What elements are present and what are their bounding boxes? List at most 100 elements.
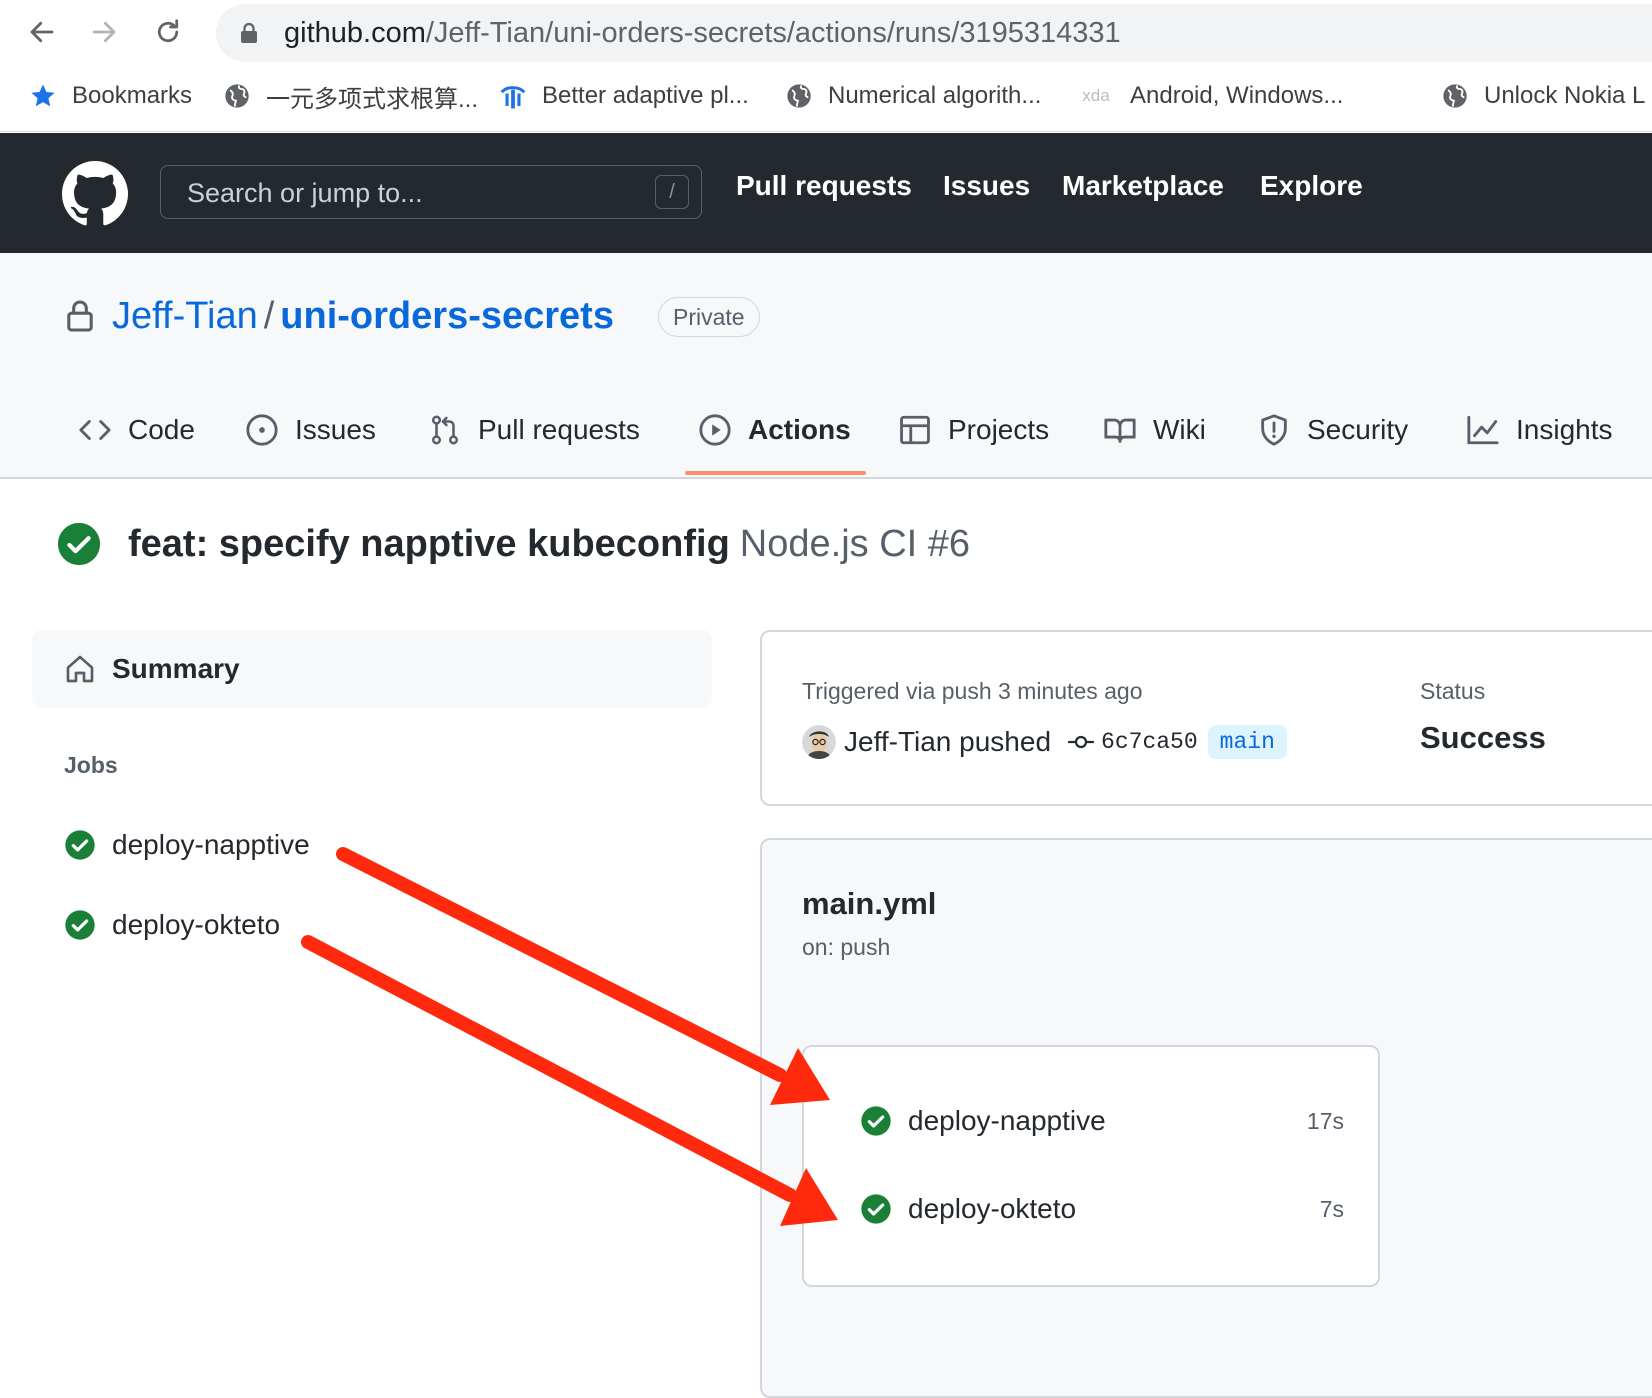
nav-issues[interactable]: Issues [943,170,1030,202]
arrow-left-icon [30,21,54,43]
selected-tab-indicator [685,471,866,475]
tab-label: Issues [295,414,376,445]
tab-label: Code [128,414,195,445]
nav-marketplace[interactable]: Marketplace [1062,170,1224,202]
bookmark-item[interactable]: Bookmarks [28,72,192,120]
book-icon [1103,413,1137,447]
bookmark-label: Bookmarks [72,82,193,109]
github-logo-icon[interactable] [62,161,128,227]
code-icon [78,413,112,447]
globe-icon [784,81,814,111]
home-icon [64,653,96,685]
run-workflow-ref: Node.js CI #6 [739,522,971,565]
repo-header: Jeff-Tian / uni-orders-secrets Private Cod… [0,253,1652,479]
sidebar-job-label: deploy-okteto [112,909,281,940]
search-box[interactable]: / [160,165,702,219]
job-duration: 17s [1306,1107,1344,1134]
sidebar-item-summary[interactable]: Summary [32,630,712,708]
tab-wiki[interactable]: Wiki [1103,408,1206,452]
annotation-arrow [301,935,838,1226]
bookmarks-bar: Bookmarks 一元多项式求根算... Better adaptive pl… [0,72,1652,120]
tab-pull-requests[interactable]: Pull requests [428,408,640,452]
pusher-link[interactable]: Jeff-Tian pushed [844,726,1051,758]
address-bar[interactable]: github.com/Jeff-Tian/uni-orders-secrets/… [216,4,1652,62]
graph-job-label: deploy-okteto [908,1193,1077,1224]
pull-request-icon [428,413,462,447]
arrow-right-icon [92,21,116,43]
site-logo-icon [498,81,528,111]
workflow-graph-panel: main.yml on: push deploy-napptive 17s de… [760,838,1652,1398]
run-commit-title: feat: specify napptive kubeconfig [128,522,730,565]
branch-badge[interactable]: main [1207,725,1287,759]
tab-issues[interactable]: Issues [245,408,376,452]
avatar[interactable] [802,725,836,759]
url-path: /Jeff-Tian/uni-orders-secrets/actions/ru… [425,17,1121,49]
commit-sha-link[interactable]: 6c7ca50 [1101,729,1198,755]
tab-label: Wiki [1153,414,1206,445]
reload-button[interactable] [150,14,186,50]
repo-owner-link[interactable]: Jeff-Tian [112,295,258,337]
status-label: Status [1420,678,1486,704]
bookmark-item[interactable]: xda Android, Windows... [1076,72,1343,120]
repo-title: Jeff-Tian / uni-orders-secrets [112,291,614,341]
tab-projects[interactable]: Projects [898,408,1049,452]
bookmark-label: Better adaptive pl... [542,82,749,109]
url-host: github.com [284,17,426,49]
divider [0,131,1652,132]
bookmark-label: Android, Windows... [1130,82,1344,109]
tab-insights[interactable]: Insights [1466,408,1613,452]
sidebar-jobs-heading: Jobs [64,752,118,778]
workflow-file-name: main.yml [802,886,937,921]
check-circle-icon [64,909,96,941]
play-icon [698,413,732,447]
search-input[interactable] [185,174,629,212]
issue-icon [245,413,279,447]
reload-icon [157,19,179,43]
browser-chrome: github.com/Jeff-Tian/uni-orders-secrets/… [0,0,1652,132]
tab-label: Security [1307,414,1409,445]
check-circle-icon [64,829,96,861]
status-value: Success [1420,720,1546,755]
lock-icon [66,299,94,333]
commit-icon [1067,732,1095,752]
graph-job-item[interactable]: deploy-okteto 7s [860,1187,1344,1231]
tab-label: Actions [748,414,851,445]
table-icon [898,413,932,447]
graph-icon [1466,413,1500,447]
graph-job-item[interactable]: deploy-napptive 17s [860,1099,1344,1143]
xda-icon: xda [1082,86,1110,105]
bookmark-item[interactable]: Unlock Nokia L [1440,72,1645,120]
back-button[interactable] [24,14,60,50]
nav-explore[interactable]: Explore [1260,170,1363,202]
bookmark-item[interactable]: Numerical algorith... [784,72,1041,120]
trigger-row: Jeff-Tian pushed 6c7ca50 main [802,722,1287,762]
sidebar-job-label: deploy-napptive [112,829,310,860]
url-text: github.com/Jeff-Tian/uni-orders-secrets/… [284,16,1121,50]
tab-actions[interactable]: Actions [698,408,851,452]
annotation-arrow [336,847,830,1105]
job-duration: 7s [1319,1195,1344,1222]
nav-pull-requests[interactable]: Pull requests [736,170,912,202]
github-header: / Pull requests Issues Marketplace Explo… [0,133,1652,253]
jobs-card: deploy-napptive 17s deploy-okteto 7s [802,1045,1380,1287]
globe-icon [1440,81,1470,111]
check-circle-icon [860,1193,892,1225]
run-title: feat: specify napptive kubeconfig Node.j… [56,518,970,570]
tab-security[interactable]: Security [1257,408,1408,452]
sidebar-summary-label: Summary [112,653,240,684]
bookmark-label: Unlock Nokia L [1484,82,1646,109]
repo-separator: / [263,295,275,337]
shield-icon [1257,413,1291,447]
repo-name-link[interactable]: uni-orders-secrets [280,295,614,337]
workflow-trigger: on: push [802,934,891,960]
star-icon [28,81,58,111]
sidebar-job-item[interactable]: deploy-okteto [64,905,280,945]
bookmark-item[interactable]: 一元多项式求根算... [222,72,478,120]
visibility-badge: Private [658,297,760,337]
tab-label: Projects [948,414,1050,445]
bookmark-item[interactable]: Better adaptive pl... [498,72,749,120]
tab-label: Pull requests [478,414,640,445]
forward-button[interactable] [86,14,122,50]
tab-code[interactable]: Code [78,408,195,452]
sidebar-job-item[interactable]: deploy-napptive [64,825,310,865]
